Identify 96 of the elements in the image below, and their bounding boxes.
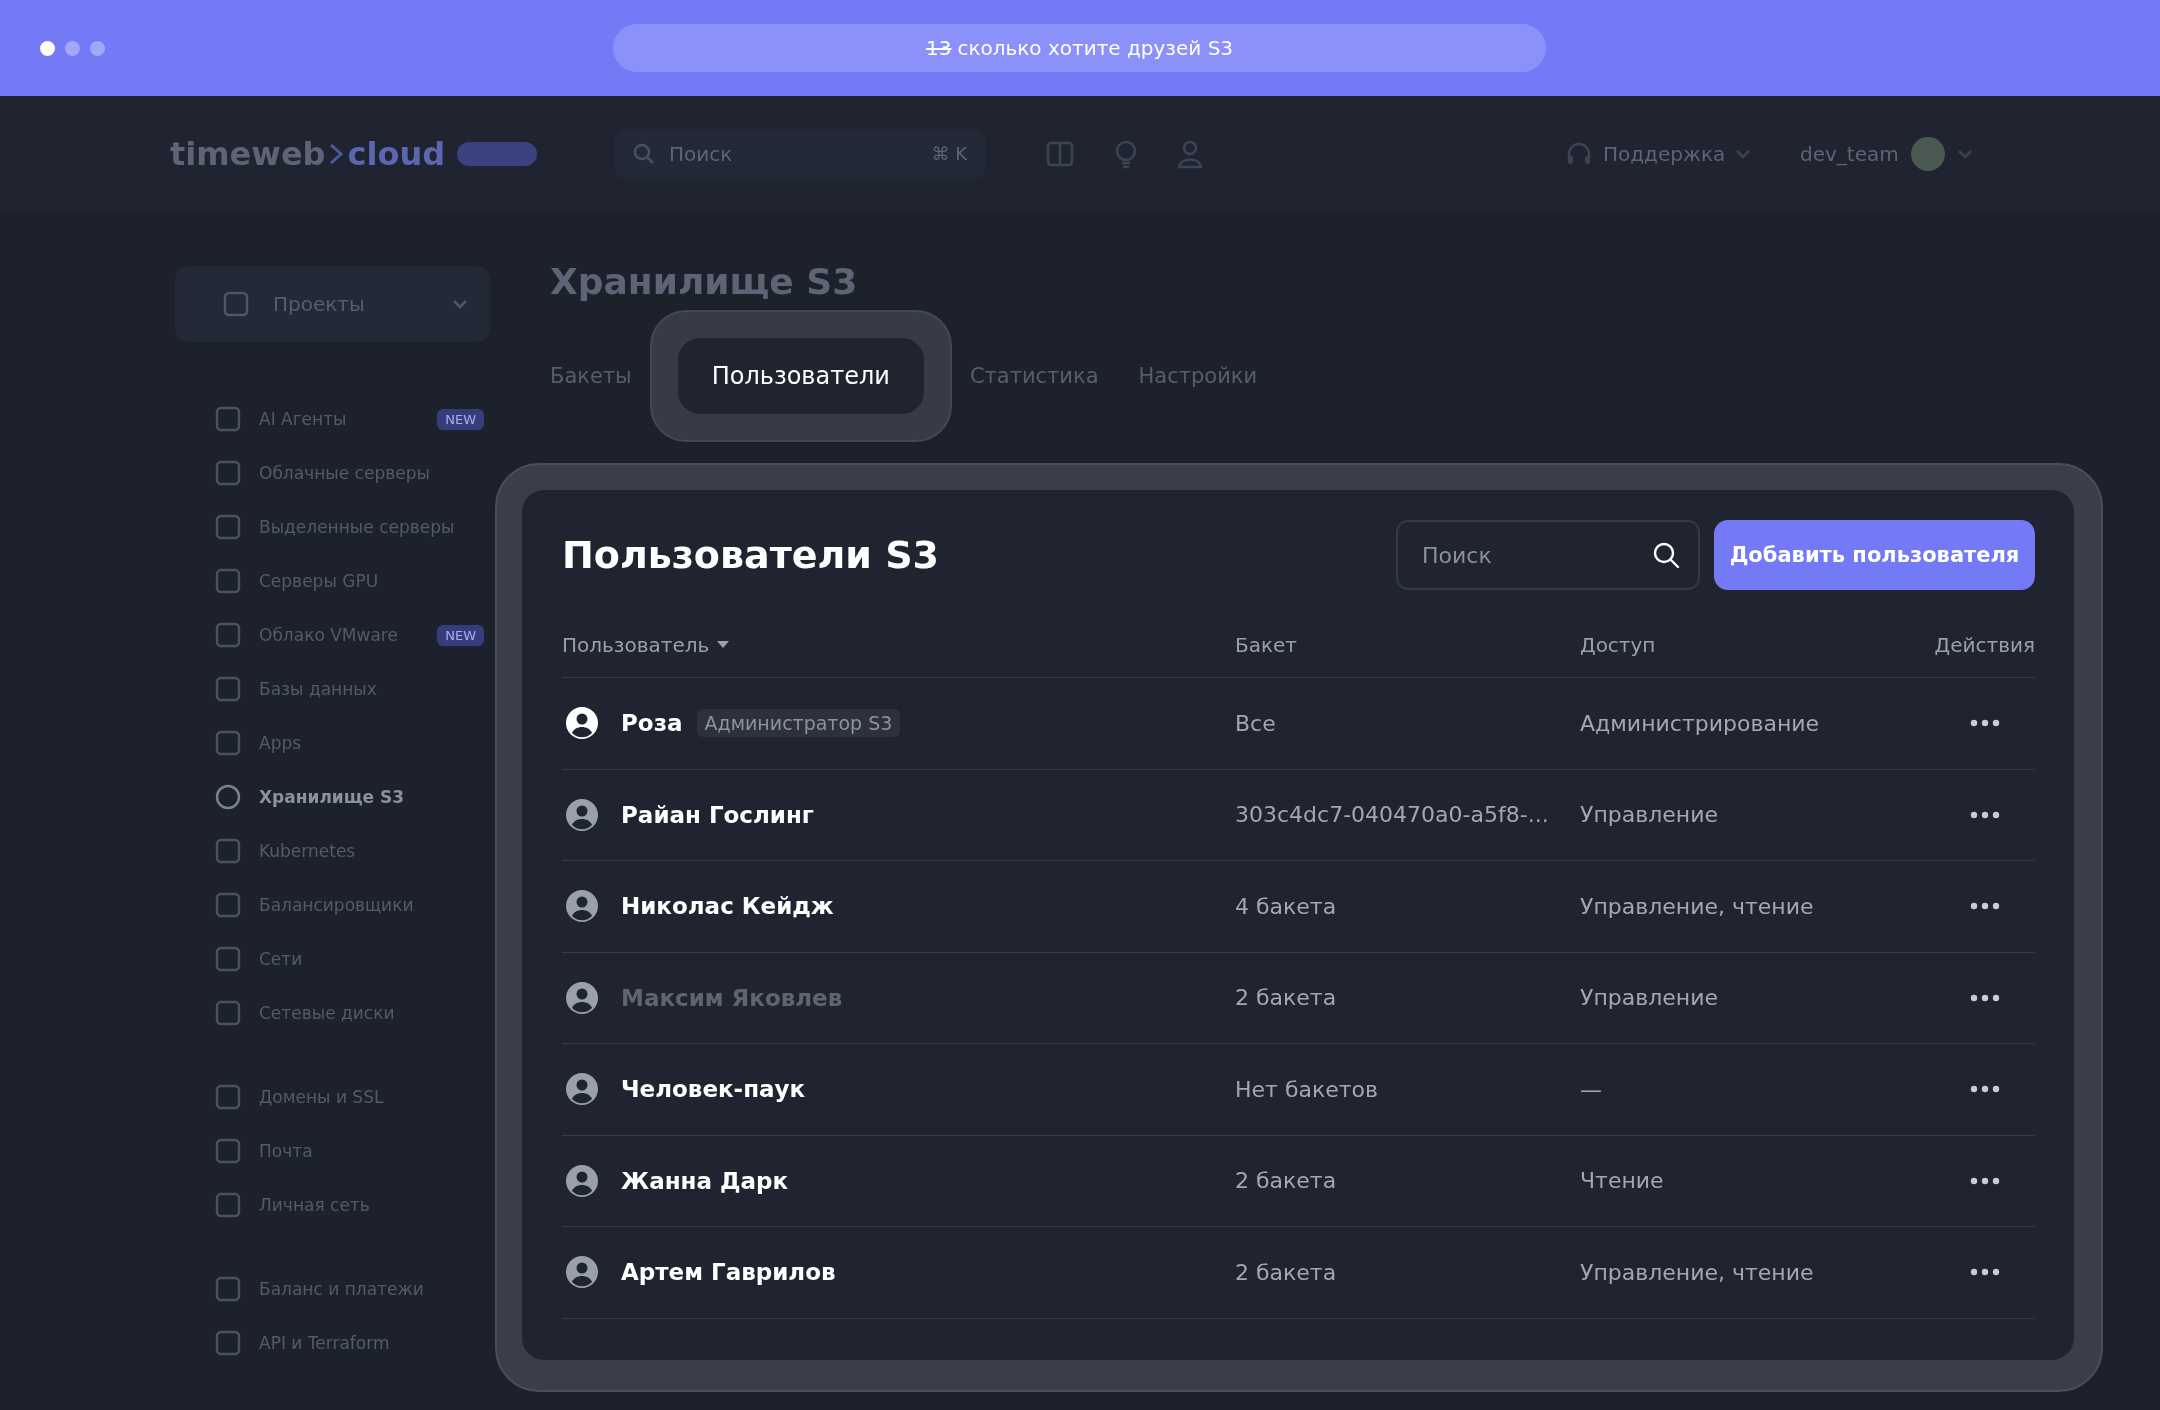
column-header[interactable]: Пользователь	[562, 632, 730, 657]
square-icon	[215, 622, 241, 648]
sidebar-item[interactable]: AI Агенты NEW	[175, 392, 490, 446]
user-name: Райан Гослинг	[621, 801, 814, 828]
address-text: сколько хотите друзей S3	[957, 36, 1234, 60]
user-name: Жанна Дарк	[621, 1167, 789, 1194]
chevron-down-icon	[1956, 148, 1973, 159]
sidebar-item[interactable]: Kubernetes	[175, 824, 490, 878]
table-cell-text: Управление, чтение	[1580, 893, 1815, 919]
chevron-icon	[329, 142, 344, 165]
window-dot[interactable]	[90, 40, 105, 56]
square-icon	[215, 1192, 241, 1218]
sidebar-item[interactable]: Хранилище S3	[175, 770, 490, 824]
sidebar-item[interactable]: API и Terraform	[175, 1316, 490, 1370]
tab[interactable]: Пользователи	[677, 338, 924, 414]
square-icon	[215, 1330, 241, 1356]
more-icon[interactable]	[1970, 719, 2000, 728]
tab[interactable]: Бакеты	[550, 364, 632, 388]
circle-icon	[215, 784, 241, 810]
table-cell-text: Чтение	[1580, 1168, 1665, 1194]
new-badge: NEW	[437, 408, 484, 430]
window-dot[interactable]	[40, 40, 55, 56]
square-icon	[215, 568, 241, 594]
shortcut-label: ⌘ K	[931, 143, 967, 164]
square-icon	[215, 676, 241, 702]
square-icon	[215, 1084, 241, 1110]
table-cell-text: Администрирование	[1580, 710, 1821, 736]
support-link[interactable]: Поддержка	[1603, 141, 1726, 166]
square-icon	[215, 1276, 241, 1302]
chevron-down-icon	[1735, 148, 1752, 159]
more-icon[interactable]	[1970, 993, 2000, 1002]
sidebar-item[interactable]: Баланс и платежи	[175, 1262, 490, 1316]
sidebar-item[interactable]: Сетевые диски	[175, 986, 490, 1040]
tab[interactable]: Настройки	[1138, 364, 1258, 388]
search-icon	[633, 142, 655, 165]
table-cell-text: 2 бакета	[1235, 1168, 1338, 1194]
sidebar-item[interactable]: Базы данных	[175, 662, 490, 716]
table-cell-text: Управление	[1580, 985, 1719, 1011]
square-icon	[215, 1138, 241, 1164]
user-name: Роза	[621, 710, 683, 737]
more-icon[interactable]	[1970, 902, 2000, 911]
user-name: Николас Кейдж	[621, 893, 834, 920]
struck-number: 13	[925, 36, 952, 60]
window-dot[interactable]	[65, 40, 80, 56]
card-title: Пользователи S3	[562, 533, 940, 577]
search-icon	[1652, 541, 1680, 569]
table-cell-text: Нет бакетов	[1235, 1076, 1379, 1102]
search-field[interactable]: Поиск ⌘ K	[615, 128, 985, 179]
user-name: Человек-паук	[621, 1076, 806, 1103]
sidebar-item[interactable]: Выделенные серверы	[175, 500, 490, 554]
table-cell-text: Все	[1235, 710, 1277, 736]
sidebar-item[interactable]: Сети	[175, 932, 490, 986]
sidebar-item[interactable]: Домены и SSL	[175, 1070, 490, 1124]
square-icon	[215, 406, 241, 432]
more-icon[interactable]	[1970, 1176, 2000, 1185]
sidebar-item[interactable]: Балансировщики	[175, 878, 490, 932]
table-cell-text: —	[1580, 1076, 1603, 1102]
sidebar-item[interactable]: Apps	[175, 716, 490, 770]
column-header[interactable]: Действия	[1934, 632, 2035, 657]
role-tag: Администратор S3	[696, 709, 901, 738]
square-icon	[215, 892, 241, 918]
column-header[interactable]: Бакет	[1235, 632, 1297, 657]
table-cell-text: 4 бакета	[1235, 893, 1338, 919]
square-icon	[215, 946, 241, 972]
square-icon	[223, 291, 249, 317]
square-icon	[215, 514, 241, 540]
table-cell-text: Управление, чтение	[1580, 1259, 1815, 1285]
table-cell-text: 303c4dc7-040470a0-a5f8-...	[1235, 802, 1550, 828]
sidebar-item[interactable]: Личная сеть	[175, 1178, 490, 1232]
table-cell-text: 2 бакета	[1235, 1259, 1338, 1285]
sidebar-item[interactable]: Серверы GPU	[175, 554, 490, 608]
column-header[interactable]: Доступ	[1580, 632, 1656, 657]
square-icon	[215, 460, 241, 486]
sidebar-item[interactable]: Облачные серверы	[175, 446, 490, 500]
page-title: Хранилище S3	[550, 261, 859, 302]
sidebar-item[interactable]: Почта	[175, 1124, 490, 1178]
square-icon	[215, 1000, 241, 1026]
account-name[interactable]: dev_team	[1800, 141, 1899, 166]
logo-text: cloud	[347, 134, 446, 173]
table-cell-text: 2 бакета	[1235, 985, 1338, 1011]
logo-text: timeweb	[170, 134, 326, 173]
tab[interactable]: Статистика	[969, 364, 1099, 388]
sidebar-item[interactable]: Облако VMware NEW	[175, 608, 490, 662]
new-badge: NEW	[437, 624, 484, 646]
square-icon	[215, 730, 241, 756]
more-icon[interactable]	[1970, 1268, 2000, 1277]
user-name: Максим Яковлев	[621, 984, 843, 1011]
table-cell-text: Управление	[1580, 802, 1719, 828]
add-user-button[interactable]: Добавить пользователя	[1714, 520, 2035, 590]
chevron-down-icon	[452, 299, 468, 309]
more-icon[interactable]	[1970, 1085, 2000, 1094]
user-name: Артем Гаврилов	[621, 1259, 836, 1286]
address-bar[interactable]: 13 сколько хотите друзей S3	[613, 24, 1546, 72]
more-icon[interactable]	[1970, 810, 2000, 819]
square-icon	[215, 838, 241, 864]
search-field[interactable]: Поиск	[1396, 520, 1700, 590]
